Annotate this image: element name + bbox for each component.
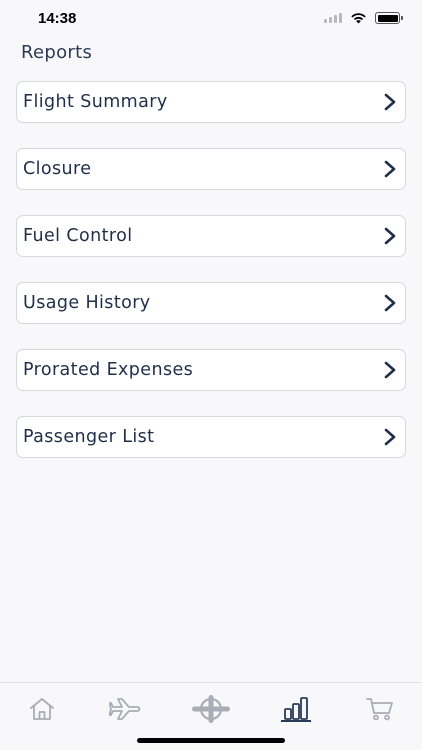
report-item-label: Prorated Expenses xyxy=(23,360,194,380)
report-item-label: Flight Summary xyxy=(23,92,168,112)
chevron-right-icon xyxy=(384,294,396,312)
battery-icon xyxy=(375,12,403,24)
report-item-label: Closure xyxy=(23,159,92,179)
report-item-prorated-expenses[interactable]: Prorated Expenses xyxy=(16,349,406,391)
chevron-right-icon xyxy=(384,428,396,446)
report-item-label: Passenger List xyxy=(23,427,155,447)
report-list: Flight Summary Closure Fuel Control Usag… xyxy=(16,81,406,483)
tab-flights[interactable] xyxy=(96,691,156,727)
report-item-label: Fuel Control xyxy=(23,226,133,246)
report-item-usage-history[interactable]: Usage History xyxy=(16,282,406,324)
propeller-icon xyxy=(192,695,230,723)
tab-aircraft[interactable] xyxy=(181,691,241,727)
report-item-passenger-list[interactable]: Passenger List xyxy=(16,416,406,458)
active-tab-indicator xyxy=(281,720,311,722)
report-item-closure[interactable]: Closure xyxy=(16,148,406,190)
page-title: Reports xyxy=(21,42,93,63)
report-item-flight-summary[interactable]: Flight Summary xyxy=(16,81,406,123)
status-bar: 14:38 xyxy=(0,0,422,40)
home-icon xyxy=(30,698,54,720)
chevron-right-icon xyxy=(384,227,396,245)
cart-icon xyxy=(366,698,393,721)
status-icons xyxy=(324,12,403,24)
chevron-right-icon xyxy=(384,361,396,379)
wifi-icon xyxy=(351,13,366,24)
cellular-signal-icon xyxy=(324,13,342,23)
chevron-right-icon xyxy=(384,93,396,111)
tab-shop[interactable] xyxy=(350,691,410,727)
status-time: 14:38 xyxy=(38,10,77,27)
report-item-label: Usage History xyxy=(23,293,151,313)
tab-home[interactable] xyxy=(12,691,72,727)
home-indicator[interactable] xyxy=(137,738,285,743)
report-item-fuel-control[interactable]: Fuel Control xyxy=(16,215,406,257)
bar-chart-icon xyxy=(284,697,308,720)
airplane-icon xyxy=(109,698,141,720)
chevron-right-icon xyxy=(384,160,396,178)
